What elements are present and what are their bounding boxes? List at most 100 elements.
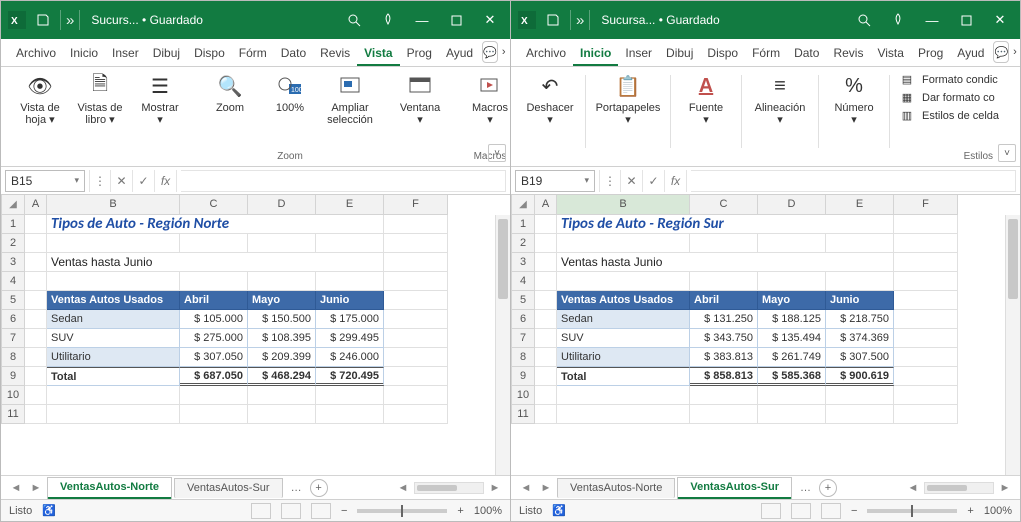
tab-home[interactable]: Inicio: [573, 41, 618, 66]
sheet-tab-active[interactable]: VentasAutos-Sur: [677, 477, 792, 499]
search-icon[interactable]: [848, 1, 880, 39]
zoom-out-button[interactable]: −: [341, 505, 347, 517]
tab-insert[interactable]: Inser: [105, 41, 146, 66]
show-button[interactable]: ☰Mostrar ▾: [133, 71, 187, 126]
zoom-in-button[interactable]: +: [457, 505, 463, 517]
tab-layout[interactable]: Dispo: [700, 41, 745, 66]
minimize-icon[interactable]: —: [406, 1, 438, 39]
horizontal-scrollbar[interactable]: [924, 482, 994, 494]
view-break-icon[interactable]: [311, 503, 331, 519]
formula-input[interactable]: [691, 170, 1016, 192]
comments-button[interactable]: 💬: [482, 41, 498, 63]
zoom-slider[interactable]: [357, 509, 447, 513]
format-table-button[interactable]: ▦Dar formato co: [898, 89, 999, 106]
col-header[interactable]: F: [384, 195, 448, 215]
tab-help[interactable]: Ayud: [439, 41, 480, 66]
tab-formulas[interactable]: Fórm: [232, 41, 274, 66]
rocket-icon[interactable]: [372, 1, 404, 39]
zoom-button[interactable]: 🔍Zoom: [203, 71, 257, 114]
cancel-formula-icon[interactable]: ✕: [111, 170, 133, 192]
tab-help[interactable]: Ayud: [950, 41, 991, 66]
zoom-percent[interactable]: 100%: [984, 505, 1012, 517]
view-page-icon[interactable]: [791, 503, 811, 519]
cancel-formula-icon[interactable]: ✕: [621, 170, 643, 192]
window-button[interactable]: Ventana ▾: [393, 71, 447, 126]
tab-home[interactable]: Inicio: [63, 41, 105, 66]
horizontal-scrollbar[interactable]: [414, 482, 484, 494]
accept-formula-icon[interactable]: ✓: [643, 170, 665, 192]
sheet-nav-next[interactable]: ►: [27, 482, 45, 494]
tab-file[interactable]: Archivo: [9, 41, 63, 66]
select-all-corner[interactable]: ◢: [1, 195, 25, 215]
tab-draw[interactable]: Dibuj: [659, 41, 700, 66]
more-icon[interactable]: ›: [1013, 41, 1017, 63]
view-normal-icon[interactable]: [761, 503, 781, 519]
maximize-icon[interactable]: [950, 1, 982, 39]
tab-review[interactable]: Revis: [313, 41, 357, 66]
tab-insert[interactable]: Inser: [618, 41, 659, 66]
tab-dev[interactable]: Prog: [911, 41, 950, 66]
tab-review[interactable]: Revis: [826, 41, 870, 66]
tab-file[interactable]: Archivo: [519, 41, 573, 66]
search-icon[interactable]: [338, 1, 370, 39]
accessibility-icon[interactable]: ♿: [552, 504, 566, 517]
sheet-tab-active[interactable]: VentasAutos-Norte: [47, 477, 172, 499]
vertical-scrollbar[interactable]: [1005, 215, 1020, 475]
collapse-ribbon-button[interactable]: ˅: [998, 144, 1016, 162]
grid[interactable]: ◢ A B C D E F 1Tipos de Auto - Región No…: [1, 195, 510, 475]
rocket-icon[interactable]: [882, 1, 914, 39]
maximize-icon[interactable]: [440, 1, 472, 39]
workbook-views-button[interactable]: 🗎Vistas de libro ▾: [73, 71, 127, 126]
zoom-slider[interactable]: [867, 509, 957, 513]
alignment-button[interactable]: ≡Alineación ▾: [750, 71, 810, 126]
zoom-in-button[interactable]: +: [967, 505, 973, 517]
tab-data[interactable]: Dato: [274, 41, 313, 66]
select-all-corner[interactable]: ◢: [511, 195, 535, 215]
zoom-100-button[interactable]: 100100%: [263, 71, 317, 114]
save-icon[interactable]: [541, 8, 565, 32]
qat-more-icon[interactable]: »: [576, 12, 584, 29]
col-header[interactable]: D: [248, 195, 316, 215]
cond-format-button[interactable]: ▤Formato condic: [898, 71, 999, 88]
tab-data[interactable]: Dato: [787, 41, 826, 66]
font-button[interactable]: AFuente ▾: [679, 71, 733, 126]
tab-view[interactable]: Vista: [357, 41, 399, 66]
sheet-add-button[interactable]: +: [310, 479, 328, 497]
tab-formulas[interactable]: Fórm: [745, 41, 787, 66]
sheet-nav-prev[interactable]: ◄: [7, 482, 25, 494]
zoom-out-button[interactable]: −: [851, 505, 857, 517]
col-header[interactable]: A: [25, 195, 47, 215]
view-normal-icon[interactable]: [251, 503, 271, 519]
tab-layout[interactable]: Dispo: [187, 41, 232, 66]
macros-button[interactable]: Macros ▾: [463, 71, 517, 126]
sheet-add-button[interactable]: +: [819, 479, 837, 497]
minimize-icon[interactable]: —: [916, 1, 948, 39]
save-icon[interactable]: [31, 8, 55, 32]
name-box[interactable]: B15▾: [5, 170, 85, 192]
col-header[interactable]: B: [47, 195, 180, 215]
view-page-icon[interactable]: [281, 503, 301, 519]
tab-dev[interactable]: Prog: [400, 41, 439, 66]
close-icon[interactable]: ✕: [984, 1, 1016, 39]
sheet-tab-more[interactable]: …: [794, 482, 817, 494]
sheet-nav-prev[interactable]: ◄: [517, 482, 535, 494]
col-header[interactable]: C: [180, 195, 248, 215]
close-icon[interactable]: ✕: [474, 1, 506, 39]
col-header[interactable]: E: [316, 195, 384, 215]
grid[interactable]: ◢ A B C D E F 1Tipos de Auto - Región Su…: [511, 195, 1020, 475]
qat-more-icon[interactable]: »: [66, 12, 74, 29]
collapse-ribbon-button[interactable]: ˅: [488, 144, 506, 162]
tab-view[interactable]: Vista: [870, 41, 910, 66]
name-box[interactable]: B19▾: [515, 170, 595, 192]
formula-input[interactable]: [181, 170, 506, 192]
number-button[interactable]: %Número ▾: [827, 71, 881, 126]
comments-button[interactable]: 💬: [993, 41, 1009, 63]
accept-formula-icon[interactable]: ✓: [133, 170, 155, 192]
sheet-tab-more[interactable]: …: [285, 482, 308, 494]
sheet-nav-next[interactable]: ►: [537, 482, 555, 494]
sheet-tab[interactable]: VentasAutos-Sur: [174, 478, 283, 498]
view-break-icon[interactable]: [821, 503, 841, 519]
vertical-scrollbar[interactable]: [495, 215, 510, 475]
tab-draw[interactable]: Dibuj: [146, 41, 187, 66]
sheet-view-button[interactable]: 👁Vista de hoja ▾: [13, 71, 67, 126]
